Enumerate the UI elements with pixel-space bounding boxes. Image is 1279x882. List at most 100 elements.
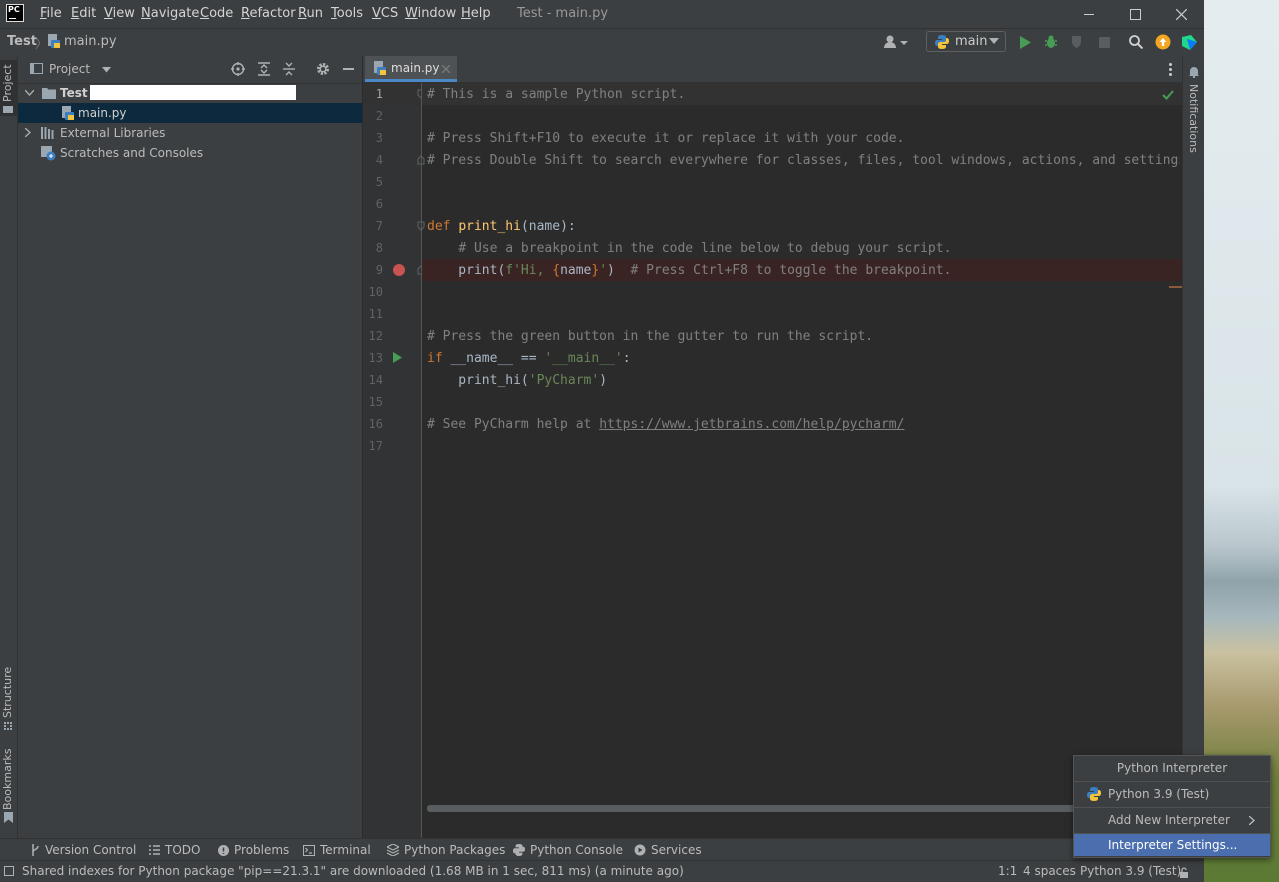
project-panel: Project Test main.py External Libraries … — [18, 56, 363, 838]
tree-item-external-libraries[interactable]: External Libraries — [18, 123, 362, 143]
editor-panel: main.py 1 2 3 4 5 6 7 8 9 10 11 12 13 14 — [363, 56, 1182, 838]
caret-position[interactable]: 1:1 — [998, 864, 1017, 878]
tool-services[interactable]: Services — [634, 843, 702, 857]
python-file-icon — [47, 34, 60, 48]
expand-all-icon[interactable] — [258, 62, 270, 76]
bug-icon — [1045, 35, 1057, 48]
tool-python-packages[interactable]: Python Packages — [387, 843, 505, 857]
tab-main-py[interactable]: main.py — [365, 56, 457, 82]
tool-version-control[interactable]: Version Control — [30, 843, 136, 857]
vcs-branch-icon — [32, 844, 39, 856]
structure-tool-label: Structure — [1, 666, 14, 718]
tab-label: main.py — [391, 61, 440, 75]
chevron-right-icon — [1249, 816, 1255, 825]
gear-icon[interactable] — [316, 62, 330, 76]
menu-code[interactable]: Code — [200, 6, 233, 21]
tool-problems[interactable]: Problems — [218, 843, 289, 857]
popup-item-label: Interpreter Settings... — [1108, 838, 1238, 852]
bookmarks-tool-button[interactable]: Bookmarks — [0, 749, 17, 826]
popup-item-interpreter-settings[interactable]: Interpreter Settings... — [1074, 834, 1270, 856]
collapse-all-icon[interactable] — [283, 62, 295, 76]
window-title: Test - main.py — [517, 6, 609, 21]
menu-edit[interactable]: Edit — [71, 6, 96, 21]
menu-view[interactable]: View — [104, 6, 135, 21]
chevron-down-icon[interactable] — [102, 67, 111, 73]
menu-window[interactable]: Window — [405, 6, 456, 21]
hide-panel-icon[interactable] — [343, 68, 354, 70]
popup-item-label: Add New Interpreter — [1108, 813, 1230, 827]
code-area[interactable]: # This is a sample Python script. # Pres… — [363, 83, 1180, 463]
maximize-button[interactable] — [1112, 0, 1158, 28]
tool-terminal[interactable]: Terminal — [303, 843, 371, 857]
lock-icon[interactable] — [1179, 867, 1189, 878]
project-panel-title[interactable]: Project — [49, 62, 90, 76]
stop-button[interactable] — [1095, 33, 1113, 51]
debug-button[interactable] — [1042, 33, 1060, 51]
scratch-icon — [41, 146, 56, 161]
minimize-icon — [1084, 13, 1094, 15]
tree-item-scratches[interactable]: Scratches and Consoles — [18, 143, 362, 163]
tree-item-label: main.py — [78, 106, 127, 120]
horizontal-scrollbar[interactable] — [427, 805, 1167, 812]
layers-icon — [387, 844, 399, 856]
close-button[interactable] — [1158, 0, 1204, 28]
folder-icon — [42, 88, 56, 99]
tool-window-bar: Version Control TODO Problems Terminal P… — [0, 838, 1204, 861]
breadcrumb-project[interactable]: Test — [7, 34, 37, 49]
jetbrains-logo-icon — [1181, 34, 1197, 50]
tree-item-label: External Libraries — [60, 126, 166, 140]
popup-item-add-interpreter[interactable]: Add New Interpreter — [1074, 808, 1270, 832]
navigation-bar: Test 〉 main.py main — [0, 28, 1204, 57]
tool-label: TODO — [165, 843, 201, 857]
tool-python-console[interactable]: Python Console — [513, 843, 623, 857]
run-button[interactable] — [1016, 33, 1034, 51]
tool-todo[interactable]: TODO — [149, 843, 200, 857]
folder-icon — [3, 106, 13, 113]
menu-refactor[interactable]: Refactor — [241, 6, 296, 21]
indent-setting[interactable]: 4 spaces — [1023, 864, 1076, 878]
chevron-down-icon[interactable] — [25, 90, 34, 96]
tree-item-label: Scratches and Consoles — [60, 146, 204, 160]
popup-item-label: Python 3.9 (Test) — [1108, 787, 1210, 801]
status-bar: Shared indexes for Python package "pip==… — [0, 860, 1204, 882]
more-options-icon[interactable] — [1165, 62, 1175, 76]
chevron-right-icon[interactable] — [25, 128, 31, 137]
python-icon — [935, 35, 949, 49]
menu-vcs[interactable]: VCS — [372, 6, 398, 21]
popup-item-python-39[interactable]: Python 3.9 (Test) — [1074, 782, 1270, 806]
menu-navigate[interactable]: Navigate — [141, 6, 199, 21]
toggle-tool-windows-icon[interactable] — [4, 866, 14, 876]
menu-help[interactable]: Help — [461, 6, 491, 21]
desktop-background — [1204, 0, 1279, 882]
python-icon — [513, 844, 525, 856]
structure-icon — [4, 722, 12, 730]
jetbrains-toolbox-button[interactable] — [1180, 33, 1198, 51]
project-view-icon — [30, 63, 43, 74]
services-icon — [634, 844, 646, 856]
project-tool-button[interactable]: Project — [0, 60, 17, 116]
interpreter-widget[interactable]: Python 3.9 (Test) — [1080, 864, 1181, 878]
locate-file-icon[interactable] — [231, 62, 245, 76]
coverage-button[interactable] — [1068, 33, 1086, 51]
tree-item-label: Test — [60, 86, 88, 100]
notifications-tool-button[interactable]: Notifications — [1183, 64, 1204, 153]
close-icon — [1175, 8, 1187, 20]
menu-file[interactable]: File — [40, 6, 62, 21]
tool-label: Services — [651, 843, 702, 857]
structure-tool-button[interactable]: Structure — [0, 664, 17, 732]
tree-item-main-py[interactable]: main.py — [18, 103, 362, 123]
updates-button[interactable] — [1154, 33, 1172, 51]
run-config-select[interactable]: main — [926, 31, 1006, 52]
title-bar: PC File Edit View Navigate Code Refactor… — [0, 0, 1204, 28]
status-message[interactable]: Shared indexes for Python package "pip==… — [22, 864, 684, 878]
breadcrumb-file[interactable]: main.py — [64, 34, 117, 49]
menu-tools[interactable]: Tools — [331, 6, 363, 21]
close-icon[interactable] — [442, 65, 450, 73]
menu-run[interactable]: Run — [298, 6, 323, 21]
tree-item-test[interactable]: Test — [18, 83, 362, 103]
chevron-down-icon — [989, 38, 999, 44]
interpreter-popup: Python Interpreter Python 3.9 (Test) Add… — [1073, 755, 1271, 858]
search-everywhere-button[interactable] — [1127, 33, 1145, 51]
vcs-user-button[interactable] — [882, 33, 910, 51]
minimize-button[interactable] — [1066, 0, 1112, 28]
